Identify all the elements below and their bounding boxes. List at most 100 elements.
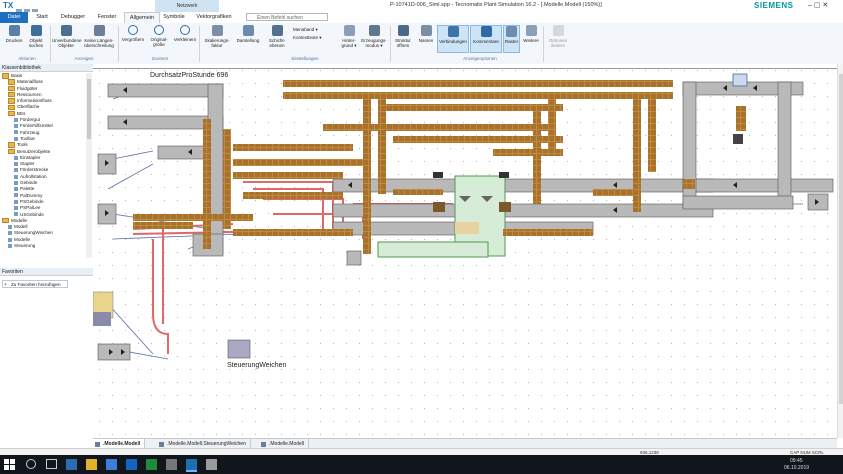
folder-icon	[8, 98, 15, 104]
object-icon	[14, 193, 18, 198]
tab-start[interactable]: Start	[30, 12, 54, 23]
zoom-original-icon	[154, 25, 164, 35]
background-icon	[343, 25, 355, 36]
display-options-stack: Menüband ▾ Kontexttexte ▾	[293, 26, 322, 42]
context-texts-dropdown[interactable]: Kontexttexte ▾	[293, 34, 322, 42]
display-icon	[242, 25, 254, 36]
window-controls[interactable]: – ▢ ✕	[808, 1, 828, 9]
add-to-favorites-button[interactable]: + Zu Favoriten hinzufügen	[2, 280, 68, 288]
layers-icon	[271, 25, 283, 36]
change-options-button[interactable]: Optionen ändern	[546, 25, 570, 53]
class-library-tree[interactable]: Basis Materialfluss Fluidgüter Ressourcen In…	[0, 73, 86, 258]
group-title-anzeigeoptionen: Anzeigeoptionen	[463, 56, 497, 61]
model-icon	[95, 441, 100, 447]
app-icon[interactable]	[206, 459, 217, 470]
find-icon	[30, 25, 42, 36]
mail-icon[interactable]	[106, 459, 117, 470]
throughput-label: DurchsatzProStunde 696	[150, 72, 229, 79]
tab-symbole[interactable]: Symbole	[160, 12, 188, 23]
word-icon[interactable]	[126, 459, 137, 470]
unconnected-objects-button[interactable]: Unverbundene Objekte	[52, 25, 82, 53]
names-button[interactable]: Namen	[416, 25, 436, 53]
app-logo: TX	[3, 1, 14, 10]
object-icon	[14, 130, 18, 135]
object-icon	[14, 174, 18, 179]
object-icon	[14, 212, 18, 217]
scroll-thumb[interactable]	[87, 79, 91, 139]
group-separator	[118, 26, 119, 62]
object-icon	[14, 168, 18, 173]
tab-fenster[interactable]: Fenster	[92, 12, 122, 23]
plant-simulation-icon[interactable]	[186, 459, 197, 472]
object-icon	[14, 199, 18, 204]
object-icon	[8, 224, 12, 229]
grid-button[interactable]: Raster	[503, 25, 520, 53]
more-button[interactable]: Weitere	[521, 25, 541, 53]
zoom-out-button[interactable]: Verkleinern	[173, 25, 197, 53]
command-search-input[interactable]: Einen Befehl suchen	[246, 13, 328, 21]
printer-icon	[8, 25, 20, 36]
unconnected-icon	[60, 25, 72, 36]
open-structure-button[interactable]: Struktur öffnen	[392, 25, 414, 53]
app-icon[interactable]	[166, 459, 177, 470]
context-tab-header: Netzwerk	[155, 0, 219, 12]
zoom-in-button[interactable]: Vergrößern	[121, 25, 145, 53]
scale-factor-button[interactable]: Skalierungs- faktor	[202, 25, 232, 53]
object-icon	[14, 206, 18, 211]
favorites-header: Favoriten	[0, 268, 93, 276]
excel-icon[interactable]	[146, 459, 157, 470]
zoom-original-button[interactable]: Original- größe	[147, 25, 171, 53]
windows-taskbar: 09:45 06.10.2019	[0, 455, 843, 474]
object-icon	[8, 237, 12, 242]
creation-mode-button[interactable]: Erzeugungs- modus ▾	[361, 25, 387, 53]
group-title-anzeigen: Anzeigen	[74, 56, 94, 61]
structure-icon	[397, 25, 409, 36]
object-icon	[14, 161, 18, 166]
length-icon	[93, 25, 105, 36]
explorer-icon[interactable]	[86, 459, 97, 470]
clock-date[interactable]: 06.10.2019	[784, 465, 809, 471]
scroll-thumb[interactable]	[839, 74, 843, 404]
control-label[interactable]: SteuerungWeichen	[227, 362, 286, 369]
start-button[interactable]	[4, 459, 15, 470]
method-icon	[159, 441, 164, 447]
group-separator	[390, 26, 391, 62]
comments-button[interactable]: Kommentare	[470, 25, 502, 53]
model-canvas[interactable]	[93, 64, 837, 438]
display-button[interactable]: Darstellung	[234, 25, 262, 53]
model-icon	[261, 441, 266, 447]
tree-item[interactable]: Steuerung	[0, 243, 86, 249]
tab-datei[interactable]: Datei	[0, 12, 28, 23]
background-button[interactable]: Hinter- grund ▾	[338, 25, 360, 53]
group-title-zoomen: Zoomen	[151, 56, 169, 61]
find-object-button[interactable]: Objekt suchen	[25, 25, 47, 53]
scale-icon	[211, 25, 223, 36]
zoom-in-icon	[128, 25, 138, 35]
object-icon	[14, 187, 18, 192]
object-icon	[14, 124, 18, 129]
object-icon	[14, 180, 18, 185]
search-icon[interactable]	[26, 459, 36, 469]
canvas-vertical-scrollbar[interactable]	[837, 64, 843, 438]
tab-vektorgrafiken[interactable]: Vektorgrafiken	[190, 12, 238, 23]
edge-icon[interactable]	[66, 459, 77, 470]
plus-icon: +	[4, 282, 7, 287]
tab-debugger[interactable]: Debugger	[56, 12, 90, 23]
object-icon	[8, 243, 12, 248]
connections-button[interactable]: Verbindungen	[437, 25, 469, 53]
layers-button[interactable]: Schicht- ebenen	[264, 25, 290, 53]
clock-time[interactable]: 09:45	[790, 458, 803, 464]
print-button[interactable]: Drucken	[3, 25, 25, 53]
tree-scrollbar[interactable]	[86, 73, 92, 258]
brand-logo: SIEMENS	[754, 1, 794, 10]
menuband-dropdown[interactable]: Menüband ▾	[293, 26, 322, 34]
task-view-icon[interactable]	[46, 459, 57, 469]
zoom-out-icon	[180, 25, 190, 35]
quick-access-toolbar[interactable]	[16, 2, 52, 15]
folder-icon	[8, 110, 15, 117]
group-title-aktionen: Aktionen	[18, 56, 36, 61]
object-icon	[14, 117, 18, 122]
group-separator	[199, 26, 200, 62]
connections-icon	[447, 26, 459, 37]
no-length-exceed-button[interactable]: Keine Längen- überschreitung	[82, 25, 116, 53]
